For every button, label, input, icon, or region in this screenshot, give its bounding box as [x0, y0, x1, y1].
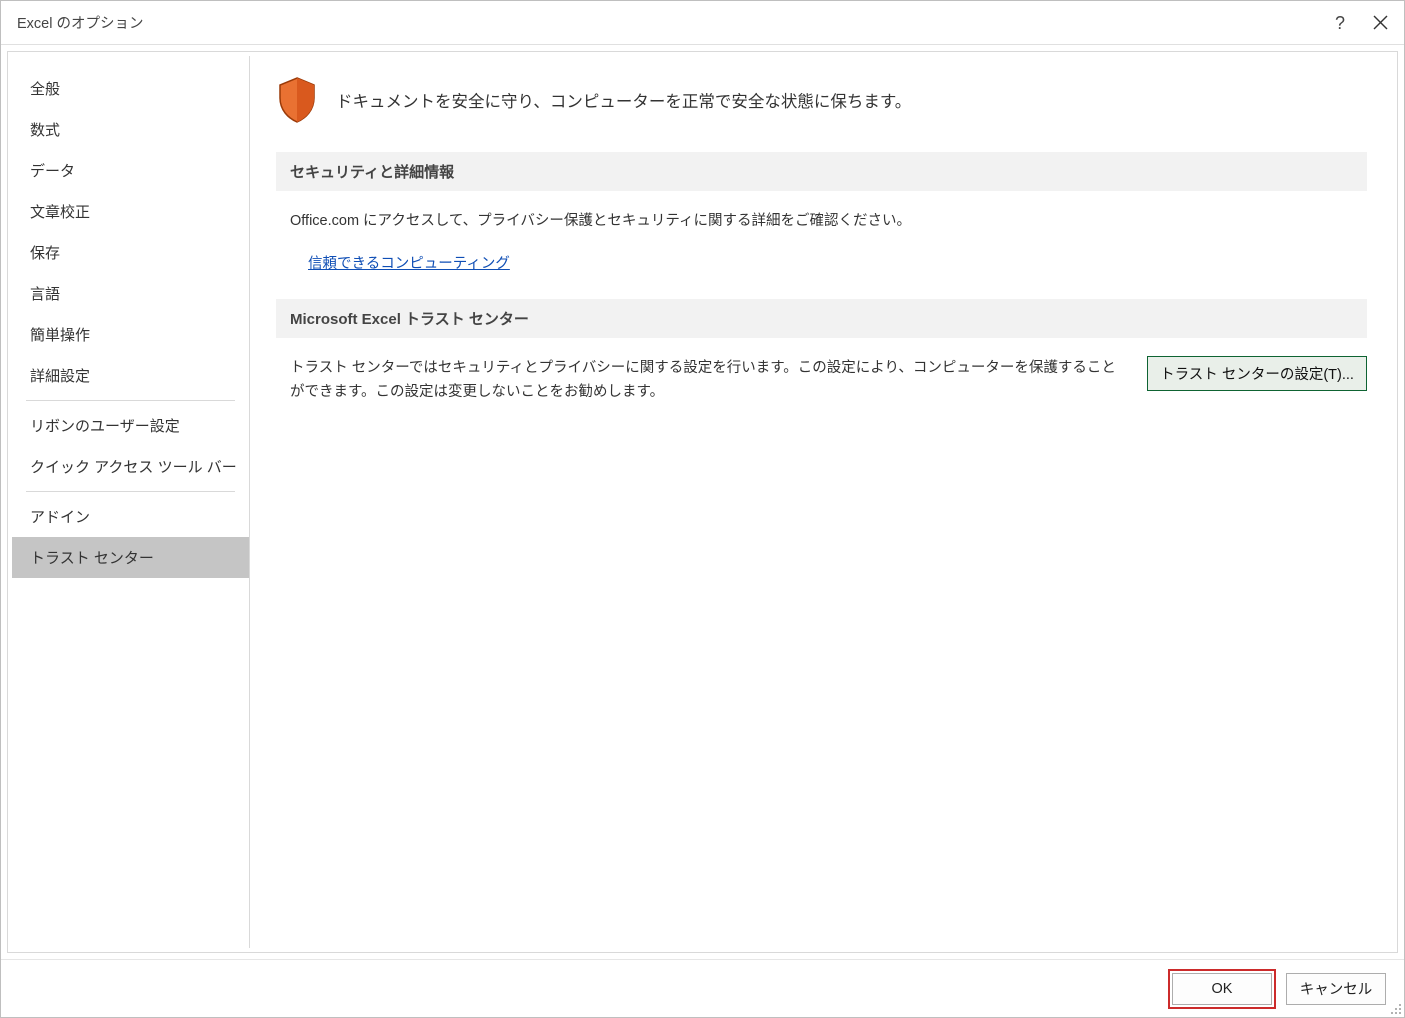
section-body-trust-center: トラスト センターではセキュリティとプライバシーに関する設定を行います。この設定…: [276, 356, 1367, 405]
content-header: ドキュメントを安全に守り、コンピューターを正常で安全な状態に保ちます。: [276, 76, 1367, 124]
section-body-security: Office.com にアクセスして、プライバシー保護とセキュリティに関する詳細…: [276, 209, 1367, 273]
shield-icon: [276, 76, 318, 124]
sidebar-item-label: 全般: [30, 81, 60, 98]
sidebar-divider: [26, 491, 235, 492]
content-pane: ドキュメントを安全に守り、コンピューターを正常で安全な状態に保ちます。 セキュリ…: [250, 56, 1393, 948]
sidebar-item-customize-ribbon[interactable]: リボンのユーザー設定: [12, 405, 249, 446]
sidebar-item-trust-center[interactable]: トラスト センター: [12, 537, 249, 578]
sidebar-item-label: 言語: [30, 286, 60, 303]
sidebar-item-save[interactable]: 保存: [12, 232, 249, 273]
sidebar-item-label: 簡単操作: [30, 327, 90, 344]
dialog-footer: OK キャンセル: [1, 959, 1404, 1017]
sidebar-item-data[interactable]: データ: [12, 150, 249, 191]
sidebar-item-label: 数式: [30, 122, 60, 139]
security-description: Office.com にアクセスして、プライバシー保護とセキュリティに関する詳細…: [290, 209, 1367, 234]
main-area: 全般 数式 データ 文章校正 保存 言語 簡単操作 詳細設定 リボンのユーザー設…: [1, 45, 1404, 959]
help-icon[interactable]: ?: [1335, 14, 1345, 32]
sidebar-item-label: トラスト センター: [30, 550, 154, 567]
trust-center-settings-button[interactable]: トラスト センターの設定(T)...: [1147, 356, 1367, 391]
sidebar-item-label: 文章校正: [30, 204, 90, 221]
sidebar-item-formulas[interactable]: 数式: [12, 109, 249, 150]
cancel-button[interactable]: キャンセル: [1286, 973, 1386, 1005]
trustworthy-computing-link[interactable]: 信頼できるコンピューティング: [308, 256, 510, 272]
ok-button[interactable]: OK: [1172, 973, 1272, 1005]
sidebar-item-label: データ: [30, 163, 75, 180]
titlebar: Excel のオプション ?: [1, 1, 1404, 45]
sidebar: 全般 数式 データ 文章校正 保存 言語 簡単操作 詳細設定 リボンのユーザー設…: [12, 56, 250, 948]
sidebar-item-advanced[interactable]: 詳細設定: [12, 355, 249, 396]
close-icon[interactable]: [1373, 15, 1388, 30]
sidebar-item-label: 詳細設定: [30, 368, 90, 385]
sidebar-item-proofing[interactable]: 文章校正: [12, 191, 249, 232]
sidebar-divider: [26, 400, 235, 401]
sidebar-item-accessibility[interactable]: 簡単操作: [12, 314, 249, 355]
panel-border: 全般 数式 データ 文章校正 保存 言語 簡単操作 詳細設定 リボンのユーザー設…: [7, 51, 1398, 953]
sidebar-item-addins[interactable]: アドイン: [12, 496, 249, 537]
section-heading-security: セキュリティと詳細情報: [276, 152, 1367, 191]
sidebar-item-label: リボンのユーザー設定: [30, 418, 180, 435]
content-header-text: ドキュメントを安全に守り、コンピューターを正常で安全な状態に保ちます。: [336, 88, 911, 112]
resize-grip-icon[interactable]: [1388, 1001, 1402, 1015]
section-heading-trust-center: Microsoft Excel トラスト センター: [276, 299, 1367, 338]
sidebar-item-label: アドイン: [30, 509, 90, 526]
titlebar-controls: ?: [1335, 14, 1388, 32]
window-title: Excel のオプション: [17, 12, 1335, 33]
sidebar-item-language[interactable]: 言語: [12, 273, 249, 314]
sidebar-item-quick-access-toolbar[interactable]: クイック アクセス ツール バー: [12, 446, 249, 487]
trust-center-description: トラスト センターではセキュリティとプライバシーに関する設定を行います。この設定…: [290, 356, 1127, 405]
sidebar-item-label: クイック アクセス ツール バー: [30, 459, 237, 476]
sidebar-item-label: 保存: [30, 245, 60, 262]
sidebar-item-general[interactable]: 全般: [12, 68, 249, 109]
